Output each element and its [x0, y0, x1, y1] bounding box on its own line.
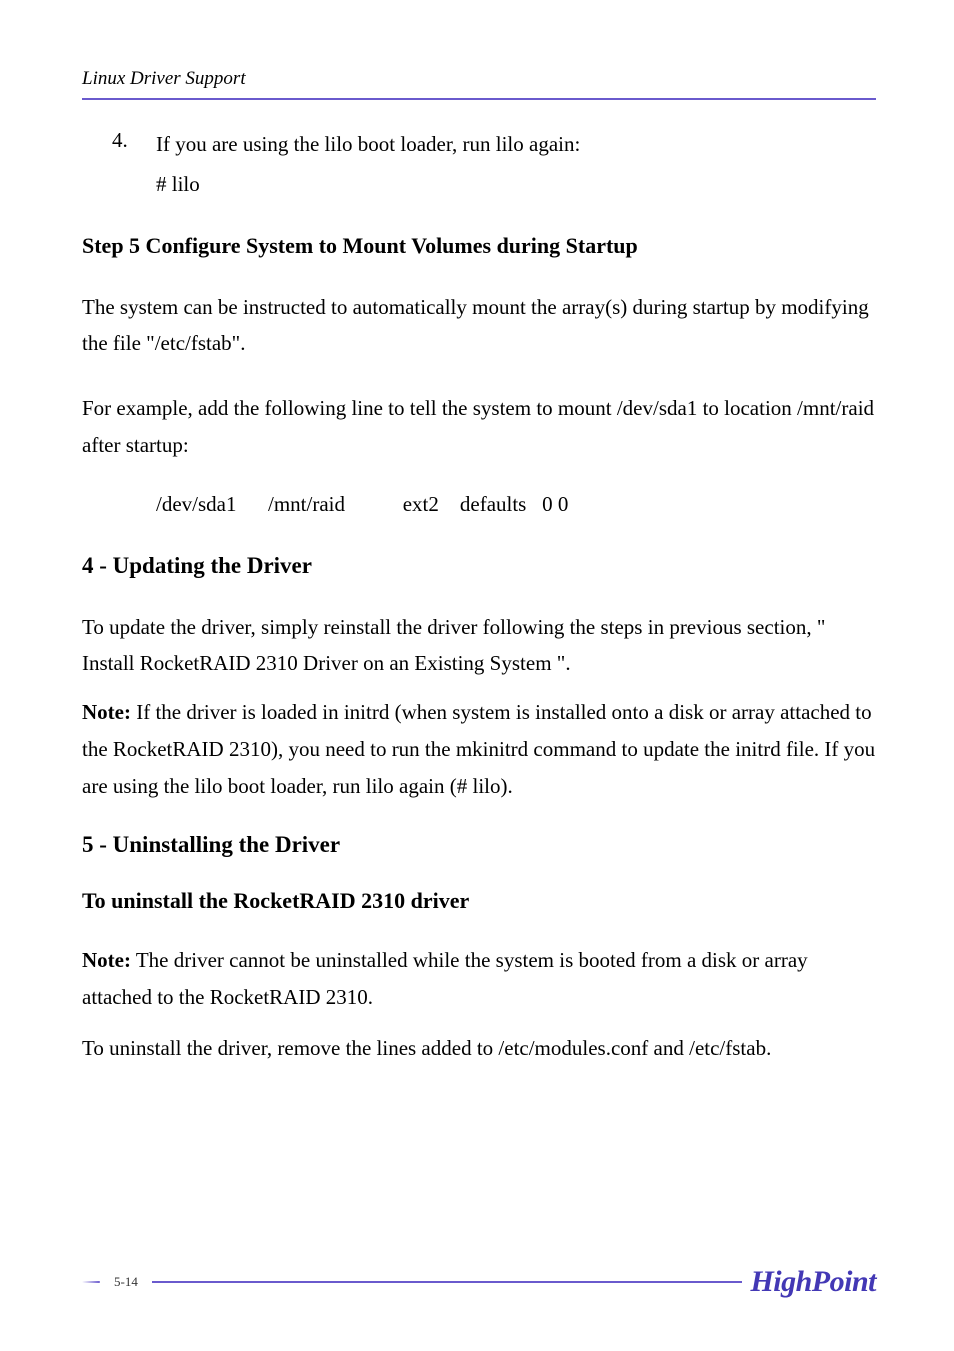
section4-para1: To update the driver, simply reinstall t…: [82, 609, 876, 683]
step5-para1: The system can be instructed to automati…: [82, 289, 876, 363]
list-number: 4.: [112, 128, 156, 162]
page-footer: 5-14 HighPoint: [82, 1265, 876, 1299]
section4-note: Note: If the driver is loaded in initrd …: [82, 694, 876, 804]
note-text: If the driver is loaded in initrd (when …: [82, 700, 875, 798]
note-label: Note:: [82, 700, 131, 724]
step5-heading: Step 5 Configure System to Mount Volumes…: [82, 233, 876, 259]
section4-heading: 4 - Updating the Driver: [82, 553, 876, 579]
header-divider: [82, 98, 876, 100]
note-label: Note:: [82, 948, 131, 972]
section5-subheading: To uninstall the RocketRAID 2310 driver: [82, 888, 876, 914]
section5-note: Note: The driver cannot be uninstalled w…: [82, 942, 876, 1016]
list-item-4: 4. If you are using the lilo boot loader…: [112, 128, 876, 162]
section5-heading: 5 - Uninstalling the Driver: [82, 832, 876, 858]
highpoint-logo: HighPoint: [750, 1265, 876, 1299]
note-text: The driver cannot be uninstalled while t…: [82, 948, 808, 1009]
code-lilo: # lilo: [156, 172, 876, 197]
fstab-example: /dev/sda1 /mnt/raid ext2 defaults 0 0: [156, 492, 876, 517]
page-number: 5-14: [100, 1274, 152, 1290]
list-text: If you are using the lilo boot loader, r…: [156, 128, 580, 162]
step5-para2: For example, add the following line to t…: [82, 390, 876, 464]
running-header: Linux Driver Support: [82, 68, 876, 90]
section5-para2: To uninstall the driver, remove the line…: [82, 1030, 876, 1067]
footer-line-left: [82, 1281, 100, 1283]
footer-line-right: [152, 1281, 743, 1283]
